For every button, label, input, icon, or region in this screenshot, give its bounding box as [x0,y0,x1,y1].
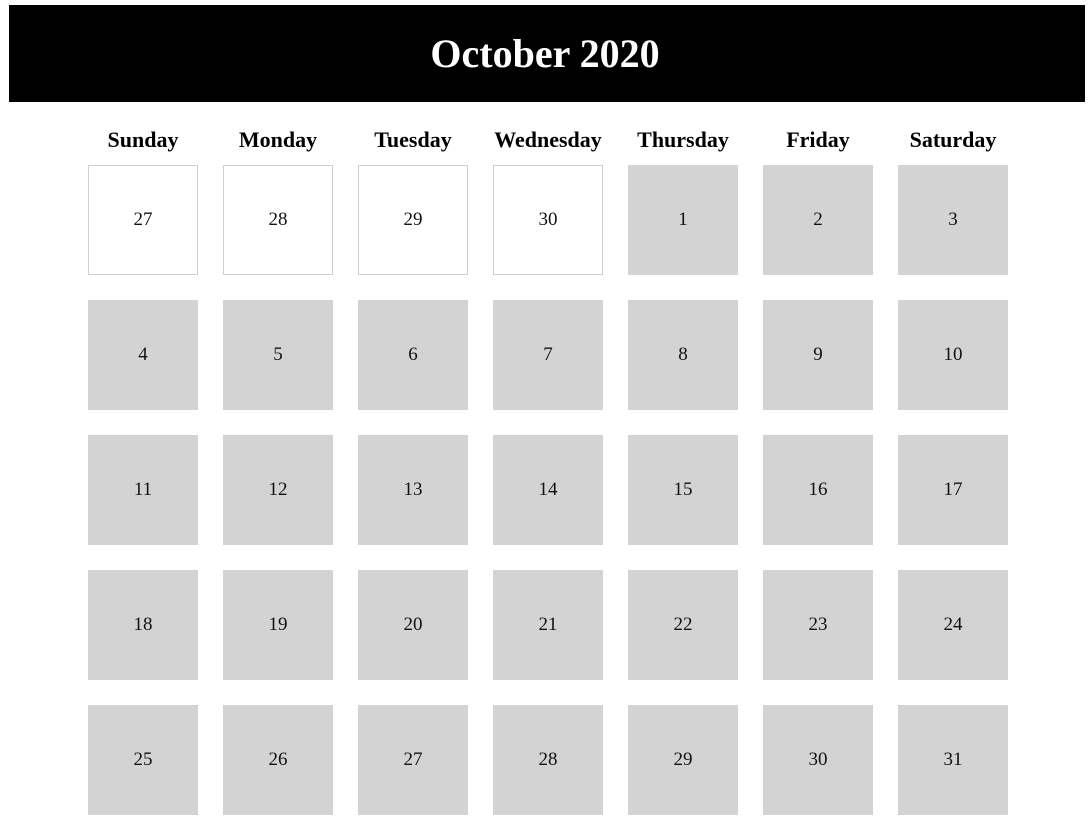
weekday-wednesday: Wednesday [494,127,602,152]
day-cell[interactable]: 9 [763,300,873,410]
day-cell[interactable]: 28 [493,705,603,815]
day-cell[interactable]: 4 [88,300,198,410]
weekday-row: Sunday Monday Tuesday Wednesday Thursday… [88,127,1006,153]
weekday-friday: Friday [786,127,850,152]
day-cell[interactable]: 2 [763,165,873,275]
adjacent-month-day-cell[interactable]: 27 [88,165,198,275]
day-cell[interactable]: 29 [628,705,738,815]
day-cell[interactable]: 26 [223,705,333,815]
day-cell[interactable]: 31 [898,705,1008,815]
day-cell[interactable]: 1 [628,165,738,275]
day-cell[interactable]: 24 [898,570,1008,680]
day-cell[interactable]: 3 [898,165,1008,275]
day-cell[interactable]: 21 [493,570,603,680]
day-cell[interactable]: 30 [763,705,873,815]
day-cell[interactable]: 7 [493,300,603,410]
day-cell[interactable]: 22 [628,570,738,680]
day-cell[interactable]: 5 [223,300,333,410]
day-cell[interactable]: 15 [628,435,738,545]
day-cell[interactable]: 12 [223,435,333,545]
weekday-monday: Monday [238,127,318,152]
day-cell[interactable]: 13 [358,435,468,545]
day-cell[interactable]: 20 [358,570,468,680]
adjacent-month-day-cell[interactable]: 30 [493,165,603,275]
weekday-saturday: Saturday [909,127,997,152]
day-cell[interactable]: 17 [898,435,1008,545]
calendar-day-grid: 27 28 29 30 1 2 3 4 5 6 7 8 9 10 11 12 13 14 15 16 17 18 19 20 2… [88,165,1008,815]
day-cell[interactable]: 18 [88,570,198,680]
weekday-thursday: Thursday [637,127,729,152]
day-cell[interactable]: 25 [88,705,198,815]
month-title: October 2020 [430,30,660,76]
adjacent-month-day-cell[interactable]: 28 [223,165,333,275]
weekday-tuesday: Tuesday [374,127,452,152]
day-cell[interactable]: 16 [763,435,873,545]
day-cell[interactable]: 10 [898,300,1008,410]
day-cell[interactable]: 11 [88,435,198,545]
day-cell[interactable]: 27 [358,705,468,815]
day-cell[interactable]: 8 [628,300,738,410]
day-cell[interactable]: 14 [493,435,603,545]
day-cell[interactable]: 6 [358,300,468,410]
weekday-sunday: Sunday [107,127,179,152]
day-cell[interactable]: 23 [763,570,873,680]
adjacent-month-day-cell[interactable]: 29 [358,165,468,275]
calendar-header: October 2020 [9,5,1085,102]
day-cell[interactable]: 19 [223,570,333,680]
